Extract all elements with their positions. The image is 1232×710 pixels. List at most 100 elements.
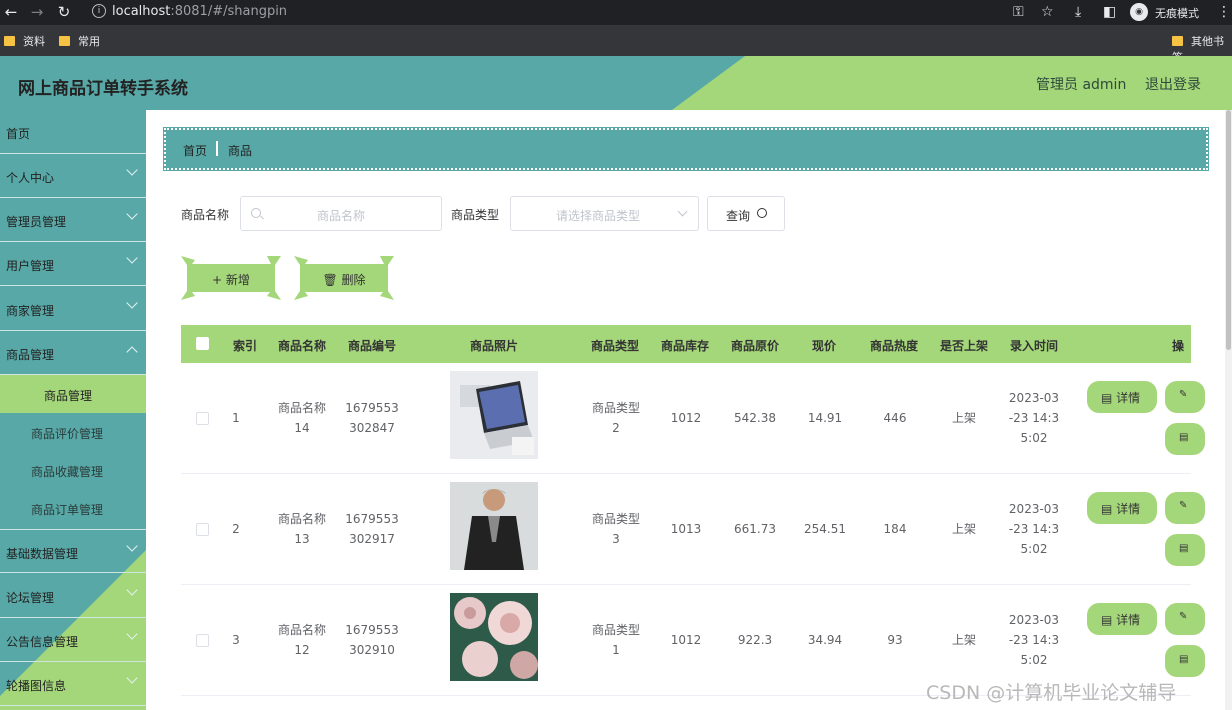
detail-button[interactable]: ▤ 详情: [1087, 603, 1157, 635]
chevron-down-icon: [126, 297, 138, 309]
row-checkbox[interactable]: [196, 523, 209, 536]
row-status: 上架: [951, 633, 976, 647]
sidebar-item-notices[interactable]: 公告信息管理: [0, 618, 146, 662]
row-orig-price: 661.73: [734, 522, 776, 536]
edit-icon: ✎: [1179, 611, 1188, 622]
document-icon: ▤: [1179, 543, 1189, 554]
sidebar-item-users[interactable]: 用户管理: [0, 242, 146, 286]
col-status: 是否上架: [940, 339, 989, 353]
row-heat: 446: [883, 411, 907, 425]
search-icon: [251, 208, 261, 218]
row-checkbox[interactable]: [196, 634, 209, 647]
breadcrumb-home[interactable]: 首页: [183, 142, 207, 159]
back-icon[interactable]: ←: [2, 3, 20, 21]
chevron-down-icon: [126, 628, 138, 640]
sidebar-item-admins[interactable]: 管理员管理: [0, 198, 146, 242]
chevron-down-icon: [126, 252, 138, 264]
sidebar-subitem-products[interactable]: 商品管理: [0, 375, 146, 413]
more-button[interactable]: ▤: [1165, 423, 1205, 455]
edit-button[interactable]: ✎: [1165, 381, 1205, 413]
forward-icon[interactable]: →: [28, 3, 46, 21]
row-status: 上架: [951, 411, 976, 425]
edit-button[interactable]: ✎: [1165, 603, 1205, 635]
password-key-icon[interactable]: ⚿: [1013, 3, 1024, 21]
sidebar-item-basedata[interactable]: 基础数据管理: [0, 529, 146, 573]
detail-button[interactable]: ▤ 详情: [1087, 492, 1157, 524]
col-code: 商品编号: [348, 339, 397, 353]
logout-link[interactable]: 退出登录: [1145, 74, 1201, 94]
sidebar-subitem-reviews[interactable]: 商品评价管理: [0, 413, 146, 451]
row-stock: 1013: [670, 522, 702, 536]
row-type: 商品类型 2: [591, 401, 640, 435]
row-stock: 1012: [670, 633, 702, 647]
row-price: 34.94: [807, 633, 843, 647]
type-select[interactable]: 请选择商品类型: [510, 196, 699, 231]
detail-button[interactable]: ▤ 详情: [1087, 381, 1157, 413]
more-button[interactable]: ▤: [1165, 534, 1205, 566]
row-status: 上架: [951, 522, 976, 536]
add-button[interactable]: + 新增: [181, 256, 281, 300]
chevron-up-icon: [126, 346, 138, 358]
sidebar-item-carousel[interactable]: 轮播图信息: [0, 662, 146, 706]
reload-icon[interactable]: ↻: [55, 3, 73, 21]
sidebar-item-profile[interactable]: 个人中心: [0, 154, 146, 198]
trash-icon: 🗑: [322, 273, 342, 287]
table-row[interactable]: 1 商品名称 14 1679553 302847 商品类型 2 1012 542.38…: [181, 363, 1205, 474]
page-scrollbar[interactable]: [1225, 110, 1232, 710]
menu-dots-icon[interactable]: ⋮: [1217, 3, 1231, 21]
sidebar-item-merchants[interactable]: 商家管理: [0, 287, 146, 331]
sidebar-item-products[interactable]: 商品管理: [0, 331, 146, 375]
row-checkbox[interactable]: [196, 412, 209, 425]
scrollbar-thumb[interactable]: [1226, 110, 1231, 350]
chevron-down-icon: [126, 584, 138, 596]
breadcrumb: 首页 商品: [163, 127, 1209, 171]
query-button[interactable]: 查询: [707, 196, 785, 231]
search-icon: [757, 208, 767, 218]
sidepanel-icon[interactable]: ◧: [1103, 3, 1116, 21]
row-code: 1679553 302847: [345, 401, 399, 435]
row-index: 2: [232, 522, 240, 536]
chevron-down-icon: [126, 208, 138, 220]
col-stock: 商品库存: [661, 339, 710, 353]
col-photo: 商品照片: [470, 339, 519, 353]
row-time: 2023-03 -23 14:3 5:02: [1008, 613, 1060, 667]
folder-icon: [59, 36, 70, 46]
incognito-label: 无痕模式: [1155, 7, 1199, 20]
more-button[interactable]: ▤: [1165, 645, 1205, 677]
product-photo: [450, 482, 538, 570]
row-price: 14.91: [807, 411, 843, 425]
table-header: 索引 商品名称 商品编号 商品照片 商品类型 商品库存 商品原价 现价 商品热度…: [181, 325, 1191, 363]
sidebar-item-forum[interactable]: 论坛管理: [0, 574, 146, 618]
row-price: 254.51: [804, 522, 846, 536]
bookmark-folder[interactable]: 常用: [59, 33, 100, 49]
name-search-input[interactable]: 商品名称: [240, 196, 442, 231]
row-name: 商品名称 14: [277, 401, 326, 435]
sidebar-subitem-orders[interactable]: 商品订单管理: [0, 489, 146, 527]
delete-button[interactable]: 🗑 删除: [294, 256, 394, 300]
site-info-icon[interactable]: i: [92, 4, 106, 18]
col-orig-price: 商品原价: [731, 339, 780, 353]
row-index: 3: [232, 633, 240, 647]
row-orig-price: 922.3: [737, 633, 773, 647]
app-header: 网上商品订单转手系统 管理员 admin 退出登录: [0, 56, 1232, 110]
row-code: 1679553 302917: [345, 512, 399, 546]
address-bar[interactable]: i localhost:8081/#/shangpin: [84, 1, 1004, 23]
edit-button[interactable]: ✎: [1165, 492, 1205, 524]
breadcrumb-current: 商品: [228, 144, 253, 158]
chevron-down-icon: [677, 206, 688, 217]
download-icon[interactable]: ⤓: [1075, 3, 1081, 21]
row-index: 1: [232, 411, 240, 425]
table-row[interactable]: 2 商品名称 13 1679553 302917 商品类型 3 1013 661.73…: [181, 474, 1205, 585]
folder-icon: [1172, 36, 1183, 46]
sidebar-subitem-favorites[interactable]: 商品收藏管理: [0, 451, 146, 489]
select-all-checkbox[interactable]: [196, 337, 209, 350]
row-type: 商品类型 1: [591, 623, 640, 657]
bookmark-folder[interactable]: 资料: [4, 33, 45, 49]
row-orig-price: 542.38: [734, 411, 776, 425]
sidebar-item-home[interactable]: 首页: [0, 110, 146, 154]
chevron-down-icon: [126, 672, 138, 684]
col-name: 商品名称: [278, 339, 327, 353]
row-name: 商品名称 13: [277, 512, 326, 546]
col-type: 商品类型: [591, 339, 640, 353]
bookmark-star-icon[interactable]: ☆: [1041, 3, 1054, 21]
